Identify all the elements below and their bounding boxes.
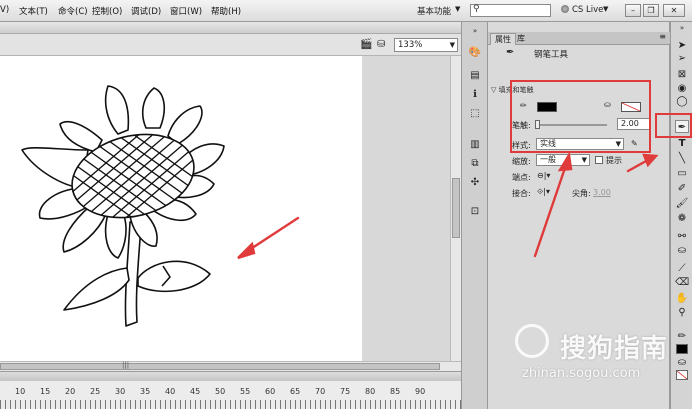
watermark-url: zhinan.sogou.com [522, 366, 641, 381]
arrow-to-panel [533, 163, 568, 258]
arrow-head [642, 153, 659, 168]
sogou-logo-icon [515, 324, 549, 358]
watermark-brand: 搜狗指南 [560, 334, 669, 364]
arrow-head [557, 151, 573, 172]
arrow-head [237, 241, 256, 260]
arrow-to-tool [626, 158, 650, 173]
